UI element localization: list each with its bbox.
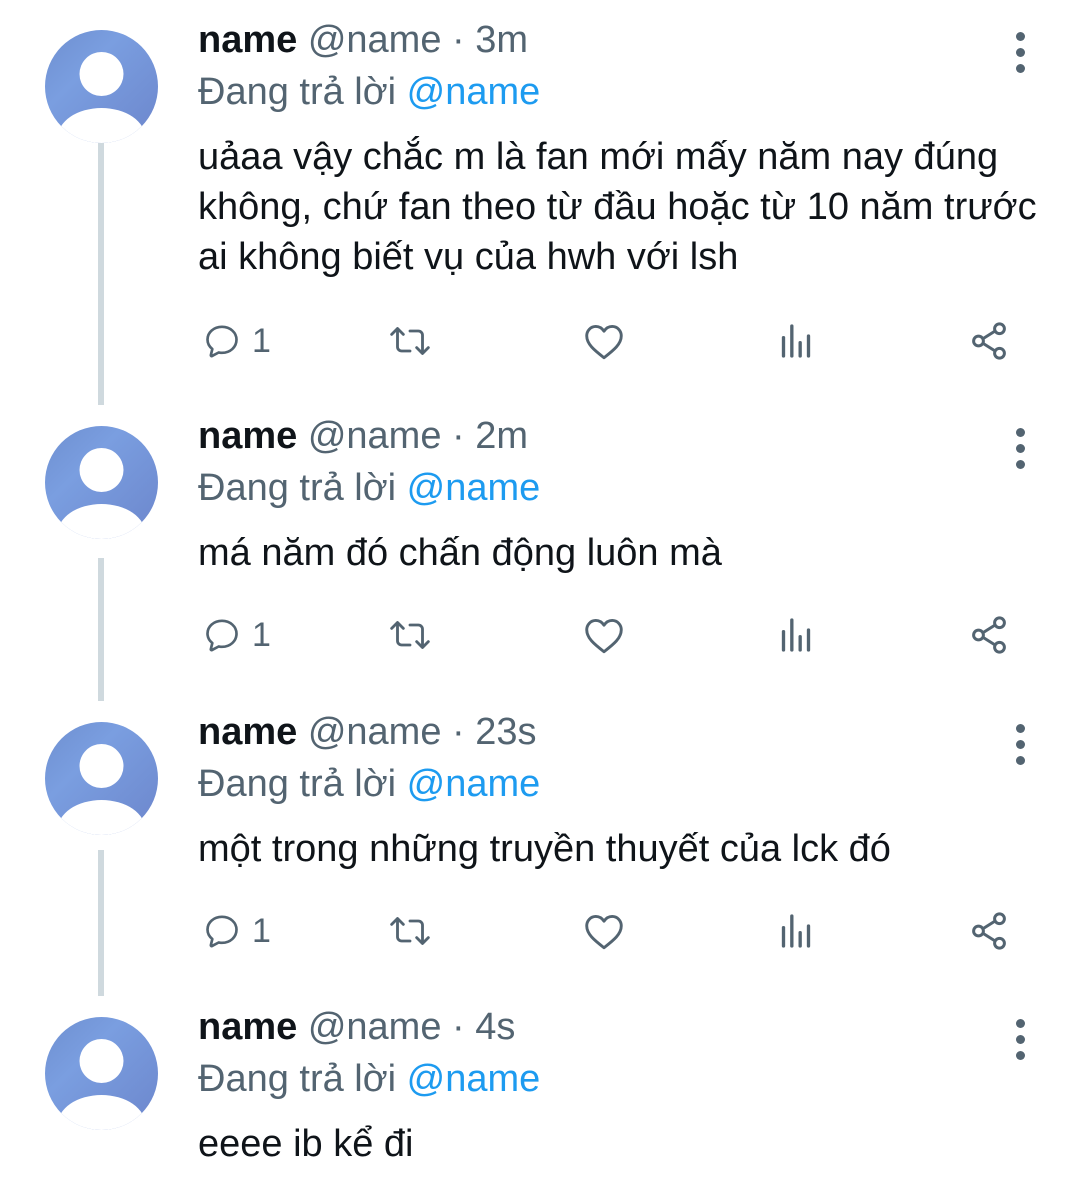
avatar[interactable]: [45, 722, 158, 835]
views-button[interactable]: [776, 610, 816, 660]
timestamp[interactable]: 2m: [475, 415, 528, 457]
share-icon: [972, 616, 1006, 654]
more-vertical-icon: [1016, 724, 1025, 733]
timestamp[interactable]: 23s: [475, 711, 536, 753]
user-handle[interactable]: @name: [308, 1006, 442, 1048]
replying-prefix: Đang trả lời: [198, 467, 397, 509]
like-button[interactable]: [582, 610, 626, 660]
separator-dot: ·: [452, 1006, 465, 1048]
tweet-header: name @name · 4s: [198, 1001, 515, 1053]
share-button[interactable]: [968, 316, 1010, 366]
heart-icon: [585, 325, 623, 360]
default-avatar-icon: [57, 744, 146, 835]
views-icon: [781, 914, 811, 948]
display-name[interactable]: name: [198, 711, 297, 753]
display-name[interactable]: name: [198, 19, 297, 61]
reply-icon: [206, 915, 238, 948]
reply-count: 1: [252, 615, 271, 654]
replying-prefix: Đang trả lời: [198, 1058, 397, 1100]
views-icon: [781, 618, 811, 652]
tweet[interactable]: name @name · 4s Đang trả lời @name eeee …: [0, 1001, 1080, 1186]
reply-icon: [206, 619, 238, 652]
reply-button[interactable]: 1: [202, 906, 271, 956]
reply-icon: [206, 325, 238, 358]
action-bar: 1: [198, 610, 1028, 660]
heart-icon: [585, 915, 623, 950]
more-options-button[interactable]: [1006, 724, 1036, 766]
mention-link[interactable]: @name: [407, 71, 541, 113]
display-name[interactable]: name: [198, 415, 297, 457]
user-handle[interactable]: @name: [308, 19, 442, 61]
tweet-text: má năm đó chấn động luôn mà: [198, 532, 722, 574]
more-vertical-icon: [1016, 1019, 1025, 1028]
tweet[interactable]: name @name · 3m Đang trả lời @name uảaa …: [0, 14, 1080, 394]
action-bar: 1: [198, 906, 1028, 956]
tweet-header: name @name · 2m: [198, 410, 528, 462]
tweet-text: uảaa vậy chắc m là fan mới mấy năm nay đ…: [198, 136, 1037, 278]
share-icon: [972, 322, 1006, 360]
timestamp[interactable]: 3m: [475, 19, 528, 61]
default-avatar-icon: [57, 52, 146, 143]
separator-dot: ·: [452, 711, 465, 753]
more-options-button[interactable]: [1006, 428, 1036, 470]
more-options-button[interactable]: [1006, 1019, 1036, 1061]
user-handle[interactable]: @name: [308, 711, 442, 753]
replying-to: Đang trả lời @name: [198, 758, 540, 810]
timestamp[interactable]: 4s: [475, 1006, 515, 1048]
user-handle[interactable]: @name: [308, 415, 442, 457]
tweet-header: name @name · 23s: [198, 706, 537, 758]
display-name[interactable]: name: [198, 1006, 297, 1048]
replying-to: Đang trả lời @name: [198, 1053, 540, 1105]
share-button[interactable]: [968, 610, 1010, 660]
default-avatar-icon: [57, 448, 146, 539]
retweet-button[interactable]: [386, 610, 434, 660]
separator-dot: ·: [452, 415, 465, 457]
reply-count: 1: [252, 911, 271, 950]
mention-link[interactable]: @name: [407, 1058, 541, 1100]
like-button[interactable]: [582, 906, 626, 956]
default-avatar-icon: [57, 1039, 146, 1130]
more-vertical-icon: [1016, 32, 1025, 41]
reply-button[interactable]: 1: [202, 610, 271, 660]
like-button[interactable]: [582, 316, 626, 366]
replying-to: Đang trả lời @name: [198, 462, 540, 514]
tweet-header: name @name · 3m: [198, 14, 528, 66]
tweet[interactable]: name @name · 2m Đang trả lời @name má nă…: [0, 410, 1080, 690]
avatar[interactable]: [45, 426, 158, 539]
separator-dot: ·: [452, 19, 465, 61]
share-icon: [972, 912, 1006, 950]
tweet[interactable]: name @name · 23s Đang trả lời @name một …: [0, 706, 1080, 986]
mention-link[interactable]: @name: [407, 763, 541, 805]
reply-count: 1: [252, 321, 271, 360]
retweet-icon: [390, 327, 430, 355]
retweet-icon: [390, 917, 430, 945]
retweet-button[interactable]: [386, 316, 434, 366]
replying-prefix: Đang trả lời: [198, 71, 397, 113]
retweet-icon: [390, 621, 430, 649]
views-icon: [781, 324, 811, 358]
replying-prefix: Đang trả lời: [198, 763, 397, 805]
tweet-text: eeee ib kể đi: [198, 1123, 414, 1165]
more-vertical-icon: [1016, 428, 1025, 437]
share-button[interactable]: [968, 906, 1010, 956]
tweet-text: một trong những truyền thuyết của lck đó: [198, 828, 891, 870]
more-options-button[interactable]: [1006, 32, 1036, 74]
avatar[interactable]: [45, 1017, 158, 1130]
replying-to: Đang trả lời @name: [198, 66, 540, 118]
heart-icon: [585, 619, 623, 654]
views-button[interactable]: [776, 316, 816, 366]
reply-button[interactable]: 1: [202, 316, 271, 366]
mention-link[interactable]: @name: [407, 467, 541, 509]
avatar[interactable]: [45, 30, 158, 143]
views-button[interactable]: [776, 906, 816, 956]
action-bar: 1: [198, 316, 1028, 366]
retweet-button[interactable]: [386, 906, 434, 956]
